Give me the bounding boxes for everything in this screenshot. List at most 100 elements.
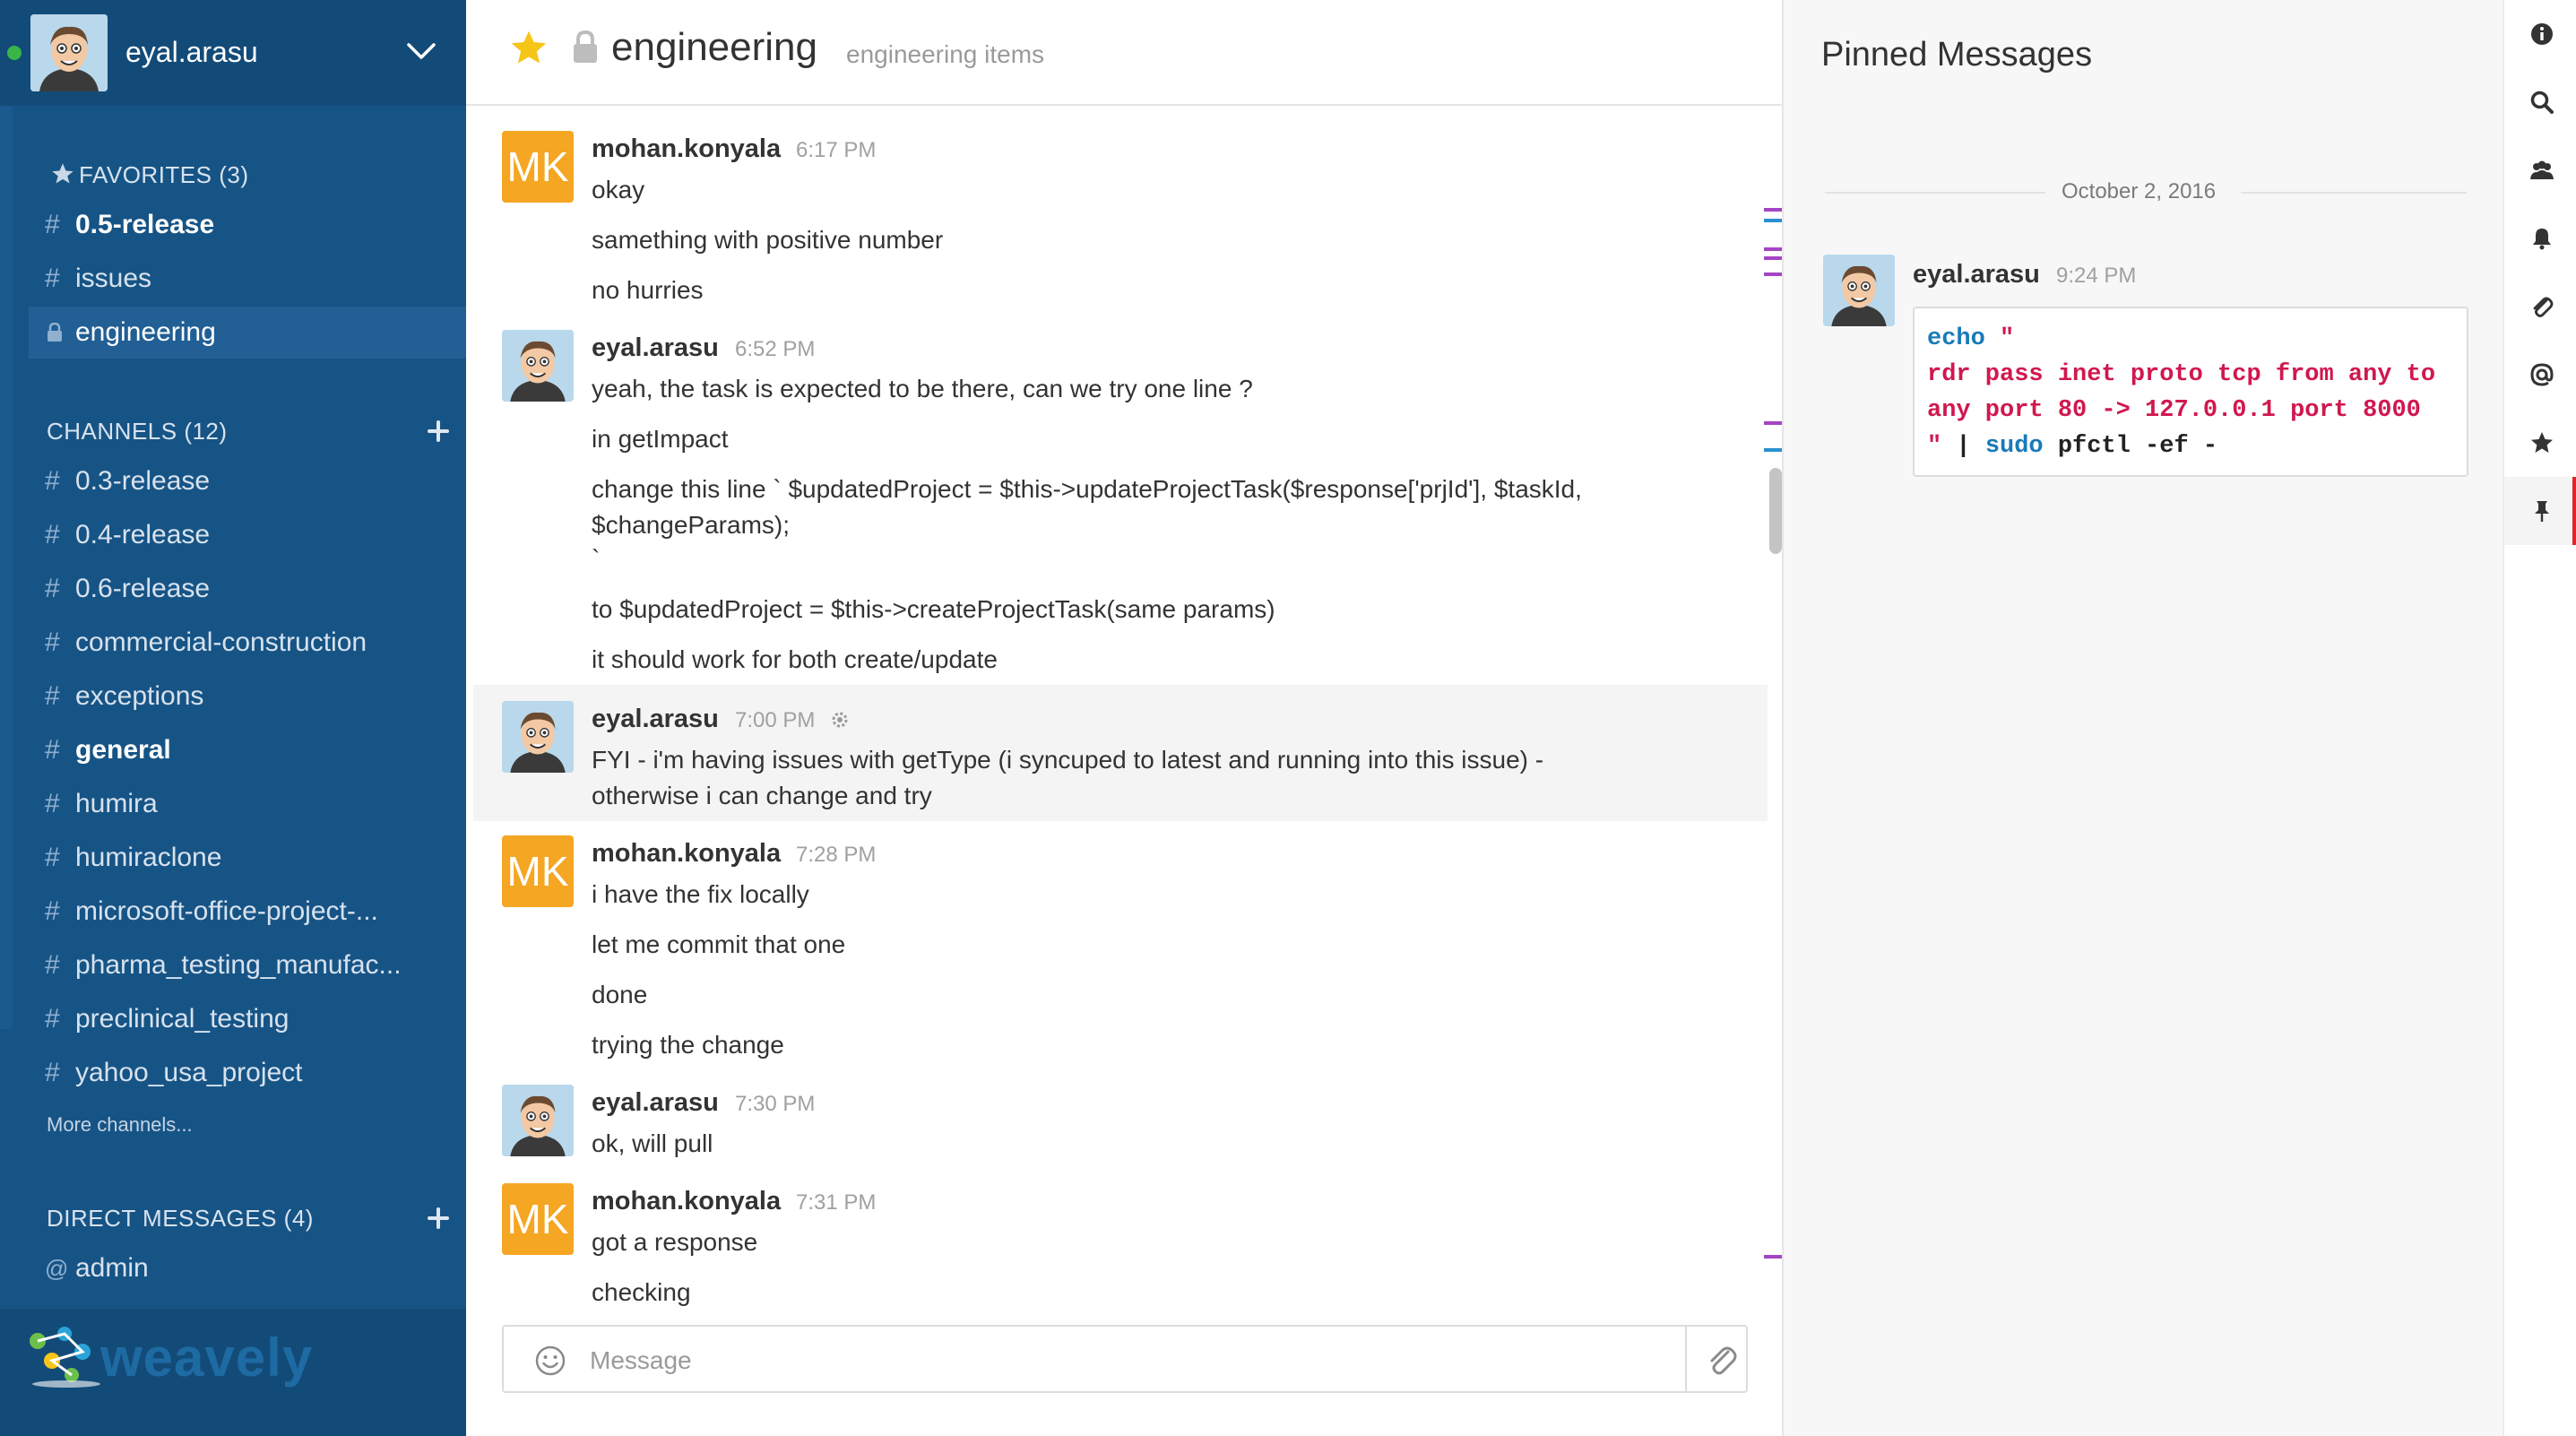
- scroll-marker: [1764, 272, 1782, 276]
- post-time[interactable]: 7:30 PM: [735, 1092, 815, 1117]
- sidebar-item-yahoo-usa-project[interactable]: # yahoo_usa_project: [29, 1047, 466, 1099]
- post-time[interactable]: 7:31 PM: [796, 1190, 876, 1215]
- channel-hash-icon: #: [45, 1058, 60, 1087]
- sidebar-item-admin[interactable]: @ admin: [29, 1242, 466, 1294]
- channel-hash-icon: #: [45, 896, 60, 926]
- sidebar-item-0-5-release[interactable]: # 0.5-release: [29, 199, 466, 251]
- sidebar-item-0-4-release[interactable]: #0.4-release: [29, 509, 466, 561]
- channel-hash-icon: #: [45, 681, 60, 711]
- avatar[interactable]: [502, 330, 574, 402]
- sidebar-item-0-6-release[interactable]: #0.6-release: [29, 563, 466, 615]
- pinned-post-time[interactable]: 9:24 PM: [2056, 264, 2136, 289]
- sidebar-item-label: issues: [75, 264, 152, 293]
- scroll-marker: [1764, 448, 1782, 452]
- post-list-scrollbar[interactable]: [1769, 468, 1782, 554]
- direct-messages-section-title: DIRECT MESSAGES (4): [47, 1205, 314, 1232]
- avatar[interactable]: MK: [502, 131, 574, 203]
- post-time[interactable]: 6:17 PM: [796, 138, 876, 163]
- add-channel-icon[interactable]: [427, 420, 450, 443]
- channel-hash-icon: #: [45, 950, 60, 980]
- post-username[interactable]: mohan.konyala: [592, 1187, 781, 1216]
- search-button[interactable]: [2504, 68, 2576, 136]
- code-token: echo: [1927, 325, 1985, 352]
- favorite-star-icon[interactable]: [509, 29, 549, 66]
- favorites-section-title: FAVORITES (3): [79, 161, 249, 188]
- scroll-marker: [1764, 208, 1782, 212]
- sidebar-username[interactable]: eyal.arasu: [125, 36, 258, 69]
- sidebar-header[interactable]: eyal.arasu: [0, 0, 466, 106]
- post-list[interactable]: MK mohan.konyala 6:17 PM okay samething …: [466, 106, 1782, 1307]
- sidebar-item-pharma-testing[interactable]: # pharma_testing_manufac...: [29, 939, 466, 991]
- pinned-button[interactable]: [2504, 477, 2576, 545]
- sidebar-item-commercial-construction[interactable]: # commercial-construction: [29, 617, 466, 669]
- post-message: change this line ` $updatedProject = $th…: [592, 475, 1582, 503]
- avatar[interactable]: MK: [502, 1183, 574, 1255]
- gear-icon[interactable]: [830, 710, 850, 730]
- code-block: echo " rdr pass inet proto tcp from any …: [1913, 307, 2468, 477]
- channel-hash-icon: #: [45, 843, 60, 872]
- sidebar-item-label: pharma_testing_manufac...: [75, 950, 402, 980]
- scroll-marker: [1764, 247, 1782, 251]
- sidebar-item-humiraclone[interactable]: # humiraclone: [29, 832, 466, 884]
- date-separator-line: [2241, 192, 2467, 194]
- mentions-bell-button[interactable]: [2504, 204, 2576, 272]
- post-time[interactable]: 6:52 PM: [735, 337, 815, 362]
- post-time[interactable]: 7:00 PM: [735, 708, 815, 733]
- chevron-down-icon[interactable]: [405, 38, 437, 65]
- sidebar-item-label: humiraclone: [75, 843, 222, 872]
- sidebar-item-humira[interactable]: # humira: [29, 778, 466, 830]
- star-icon: [2531, 432, 2553, 453]
- more-channels-link[interactable]: More channels...: [47, 1113, 193, 1137]
- paperclip-icon[interactable]: [1705, 1343, 1737, 1377]
- avatar[interactable]: MK: [502, 835, 574, 907]
- scroll-marker: [1764, 421, 1782, 425]
- info-button[interactable]: [2504, 0, 2576, 68]
- avatar[interactable]: [502, 701, 574, 773]
- post-message: it should work for both create/update: [592, 645, 998, 673]
- sidebar-scrollbar[interactable]: [0, 106, 13, 1029]
- avatar[interactable]: [1823, 255, 1895, 326]
- post-time[interactable]: 7:28 PM: [796, 843, 876, 868]
- scroll-marker: [1764, 219, 1782, 222]
- sidebar-item-issues[interactable]: # issues: [29, 253, 466, 305]
- sidebar-item-0-3-release[interactable]: #0.3-release: [29, 455, 466, 507]
- avatar[interactable]: [30, 14, 108, 91]
- sidebar-item-label: general: [75, 735, 171, 765]
- sidebar-item-label: 0.6-release: [75, 574, 211, 603]
- code-token: |: [1941, 433, 1985, 460]
- avatar[interactable]: [502, 1085, 574, 1156]
- add-direct-message-icon[interactable]: [427, 1207, 450, 1230]
- channel-hash-icon: #: [45, 627, 60, 657]
- sidebar-item-exceptions[interactable]: # exceptions: [29, 670, 466, 722]
- channel-hash-icon: #: [45, 789, 60, 818]
- post-username[interactable]: eyal.arasu: [592, 705, 719, 734]
- channel-name[interactable]: engineering: [611, 25, 817, 70]
- post-username[interactable]: eyal.arasu: [592, 1088, 719, 1118]
- sidebar-item-label: preclinical_testing: [75, 1004, 290, 1034]
- pinned-post-username[interactable]: eyal.arasu: [1913, 260, 2040, 290]
- sidebar-item-label: commercial-construction: [75, 627, 367, 657]
- panel-title: Pinned Messages: [1821, 36, 2093, 74]
- post-username[interactable]: mohan.konyala: [592, 839, 781, 869]
- recent-mentions-button[interactable]: [2504, 341, 2576, 409]
- lock-icon: [48, 323, 62, 342]
- files-button[interactable]: [2504, 272, 2576, 341]
- members-icon: [2530, 160, 2554, 179]
- post-message: samething with positive number: [592, 226, 944, 254]
- post-message: in getImpact: [592, 425, 729, 453]
- post-username[interactable]: mohan.konyala: [592, 134, 781, 164]
- flagged-button[interactable]: [2504, 409, 2576, 477]
- sidebar-item-preclinical-testing[interactable]: # preclinical_testing: [29, 993, 466, 1045]
- message-input[interactable]: [590, 1343, 1647, 1379]
- sidebar-item-engineering[interactable]: engineering: [29, 307, 466, 359]
- sidebar-item-microsoft-office-project[interactable]: # microsoft-office-project-...: [29, 886, 466, 938]
- sidebar-item-general[interactable]: # general: [29, 724, 466, 776]
- emoji-icon[interactable]: [534, 1345, 566, 1377]
- date-separator-line: [1825, 192, 2045, 194]
- post-message: okay: [592, 176, 645, 203]
- date-separator: October 2, 2016: [1784, 176, 2504, 208]
- channels-section-title: CHANNELS (12): [47, 418, 228, 445]
- pinned-messages-panel: Pinned Messages October 2, 2016 eyal.ara…: [1782, 0, 2503, 1436]
- post-username[interactable]: eyal.arasu: [592, 333, 719, 363]
- members-button[interactable]: [2504, 136, 2576, 204]
